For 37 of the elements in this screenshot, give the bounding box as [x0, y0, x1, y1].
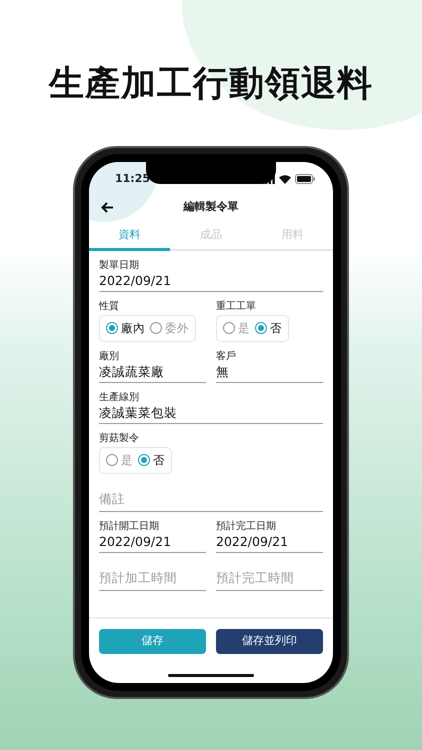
- back-button[interactable]: [101, 202, 114, 212]
- radio-label: 是: [121, 452, 133, 469]
- save-print-button[interactable]: 儲存並列印: [216, 629, 323, 654]
- field-label: 客戶: [216, 350, 237, 363]
- radio-button[interactable]: [106, 322, 118, 334]
- radio-button[interactable]: [223, 322, 235, 334]
- field-value[interactable]: 2022/09/21: [216, 532, 323, 553]
- field-label: 剪菇製令: [99, 432, 140, 445]
- field-label: 預計完工日期: [216, 520, 277, 533]
- radio-button[interactable]: [150, 322, 162, 334]
- radio-label: 委外: [165, 320, 189, 336]
- field-label: 重工工單: [216, 300, 257, 312]
- headline: 生產加工行動領退料: [49, 63, 373, 106]
- radio-label: 否: [270, 320, 282, 336]
- field-label: 預計開工日期: [99, 520, 160, 533]
- field-value[interactable]: 凌誠葉菜包裝: [99, 404, 323, 424]
- field-value[interactable]: 凌誠蔬菜廠: [99, 362, 206, 383]
- field-label: 製單日期: [99, 258, 140, 272]
- field-label: 廠別: [99, 350, 120, 363]
- status-time: 11:25: [115, 170, 150, 187]
- field-label: 生產線別: [99, 390, 140, 404]
- field-value[interactable]: 無: [216, 362, 323, 383]
- radio-button[interactable]: [255, 322, 267, 334]
- field-value[interactable]: 2022/09/21: [99, 272, 323, 292]
- radio-button[interactable]: [138, 454, 150, 466]
- input-field[interactable]: 預計加工時間: [99, 560, 206, 590]
- battery-icon: [295, 174, 315, 184]
- input-field[interactable]: 備註: [99, 482, 323, 512]
- radio-button[interactable]: [106, 454, 118, 466]
- wifi-icon: [279, 174, 291, 184]
- screen-title: 編輯製令單: [184, 198, 238, 215]
- radio-label: 是: [238, 320, 250, 336]
- radio-label: 否: [153, 452, 165, 469]
- radio-label: 廠內: [121, 320, 145, 336]
- field-label: 性質: [99, 300, 120, 312]
- input-field[interactable]: 預計完工時間: [216, 560, 323, 590]
- field-value[interactable]: 2022/09/21: [99, 532, 206, 553]
